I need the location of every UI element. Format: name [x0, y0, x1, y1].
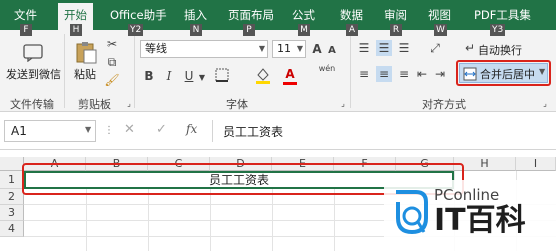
keytip-review: R — [390, 24, 402, 36]
tab-pdf-tools[interactable]: PDF工具集 — [474, 7, 531, 23]
wrap-text-icon: ↵ — [464, 41, 476, 55]
shrink-font-icon[interactable]: A — [326, 43, 338, 59]
keytip-insert: N — [190, 24, 202, 36]
keytip-office-assistant: Y2 — [128, 24, 144, 36]
watermark-brand-bottom: IT百科 — [434, 203, 526, 238]
group-label-file-transfer: 文件传输 — [10, 98, 54, 111]
align-left-icon[interactable]: ≡ — [356, 66, 372, 82]
chevron-down-icon: ▼ — [258, 44, 265, 53]
merge-center-icon — [463, 67, 477, 81]
font-color-icon[interactable]: A — [282, 66, 298, 82]
alignment-launcher-icon[interactable]: ⌟ — [540, 96, 550, 112]
font-launcher-icon[interactable]: ⌟ — [338, 96, 348, 112]
keytip-formulas: M — [298, 24, 310, 36]
orientation-icon[interactable]: ⤢ — [426, 40, 444, 56]
group-divider — [64, 34, 65, 108]
select-all-corner[interactable] — [0, 157, 24, 171]
underline-button[interactable]: U — [182, 68, 196, 84]
chevron-down-icon[interactable]: ▼ — [198, 70, 206, 86]
grid-top-gap — [0, 150, 556, 157]
tab-file[interactable]: 文件 — [14, 7, 37, 23]
more-options-icon: ⋮ — [104, 125, 114, 136]
formula-content: 员工工资表 — [223, 125, 284, 139]
row-header-2[interactable]: 2 — [0, 189, 24, 205]
align-middle-icon[interactable]: ☰ — [376, 40, 392, 56]
name-box[interactable]: A1 ▼ — [4, 120, 96, 142]
group-label-font: 字体 — [226, 98, 248, 111]
formula-bar: A1 ▼ ⋮ ✕ ✓ fx 员工工资表 — [0, 112, 556, 150]
clipboard-launcher-icon[interactable]: ⌟ — [124, 96, 134, 112]
group-label-clipboard: 剪贴板 — [78, 98, 111, 111]
keytip-page-layout: P — [243, 24, 255, 36]
font-name-value: 等线 — [145, 42, 167, 55]
fill-color-icon[interactable] — [254, 66, 272, 88]
copy-icon[interactable]: ⧉ — [104, 54, 120, 70]
align-bottom-icon[interactable]: ☰ — [396, 40, 412, 56]
pconline-logo-icon — [396, 190, 428, 235]
tab-page-layout[interactable]: 页面布局 — [228, 7, 274, 23]
phonetic-guide-icon[interactable]: wén — [318, 64, 336, 74]
font-color-swatch — [283, 82, 297, 85]
ribbon-tab-bar: 文件 开始 Office助手 插入 页面布局 公式 数据 审阅 视图 PDF工具… — [0, 0, 556, 30]
keytip-file: F — [20, 24, 32, 36]
tab-office-assistant[interactable]: Office助手 — [110, 7, 167, 23]
keytip-pdf-tools: Y3 — [490, 24, 506, 36]
group-divider — [350, 34, 351, 108]
group-label-alignment: 对齐方式 — [422, 98, 466, 111]
formula-input[interactable]: 员工工资表 — [212, 120, 554, 142]
tab-data[interactable]: 数据 — [340, 7, 363, 23]
chevron-down-icon: ▼ — [539, 67, 546, 76]
watermark: PConline IT百科 — [384, 180, 556, 251]
tab-review[interactable]: 审阅 — [384, 7, 407, 23]
paste-button[interactable]: 粘贴 — [74, 66, 96, 82]
format-painter-icon[interactable]: 🖌 — [104, 72, 120, 88]
chevron-down-icon: ▼ — [296, 44, 303, 53]
group-divider — [134, 34, 135, 108]
decrease-indent-icon[interactable]: ⇤ — [414, 66, 430, 82]
font-name-select[interactable]: 等线 ▼ — [140, 40, 268, 58]
tab-formulas[interactable]: 公式 — [292, 7, 315, 23]
insert-function-icon[interactable]: fx — [186, 122, 197, 136]
cancel-entry-icon[interactable]: ✕ — [124, 122, 135, 137]
tab-insert[interactable]: 插入 — [184, 7, 207, 23]
align-center-icon[interactable]: ≡ — [376, 66, 392, 82]
chevron-down-icon: ▼ — [85, 125, 92, 134]
merge-center-button[interactable]: 合并后居中 ▼ — [459, 63, 548, 83]
merge-center-label: 合并后居中 — [480, 68, 535, 81]
row-header-3[interactable]: 3 — [0, 205, 24, 221]
wrap-text-button[interactable]: 自动换行 — [478, 42, 522, 58]
tab-view[interactable]: 视图 — [428, 7, 451, 23]
watermark-brand-top: PConline — [434, 186, 500, 204]
keytip-data: A — [346, 24, 358, 36]
bold-button[interactable]: B — [142, 68, 156, 84]
grow-font-icon[interactable]: A — [310, 41, 324, 57]
wechat-send-icon — [22, 42, 44, 63]
italic-button[interactable]: I — [162, 68, 176, 84]
row-header-4[interactable]: 4 — [0, 221, 24, 237]
borders-icon[interactable] — [214, 68, 230, 86]
increase-indent-icon[interactable]: ⇥ — [432, 66, 448, 82]
row-header-1[interactable]: 1 — [0, 171, 24, 189]
paste-icon — [74, 40, 98, 64]
align-top-icon[interactable]: ☰ — [356, 40, 372, 56]
cut-icon[interactable]: ✂ — [104, 36, 120, 52]
name-box-value: A1 — [11, 124, 27, 138]
confirm-entry-icon[interactable]: ✓ — [156, 122, 167, 137]
font-size-select[interactable]: 11 ▼ — [272, 40, 306, 58]
font-size-value: 11 — [277, 42, 291, 55]
align-right-icon[interactable]: ≡ — [396, 66, 412, 82]
column-header-i[interactable]: I — [516, 157, 556, 171]
keytip-view: W — [434, 24, 447, 36]
keytip-home: H — [70, 24, 82, 36]
send-to-wechat-button[interactable]: 发送到微信 — [6, 66, 61, 82]
